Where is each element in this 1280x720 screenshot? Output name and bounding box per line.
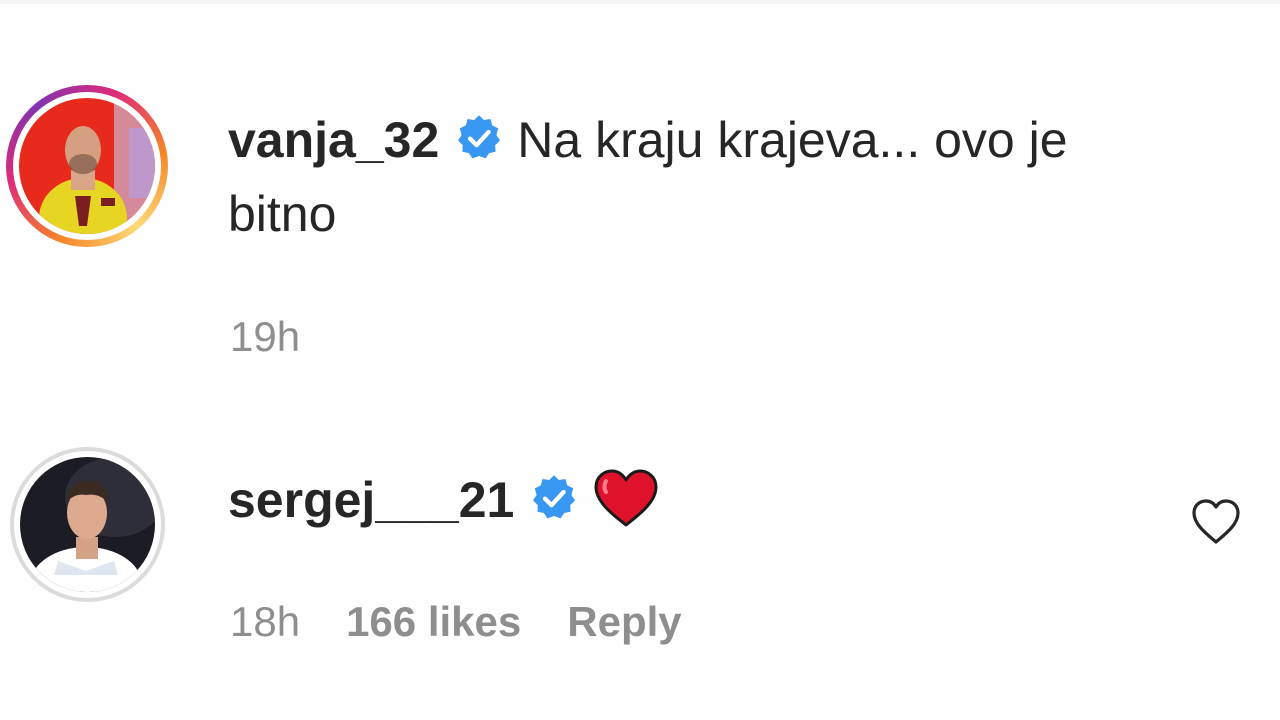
avatar[interactable] — [20, 457, 155, 592]
comment-text: Na kraju krajeva... ovo je — [517, 112, 1068, 168]
comment-likes-count[interactable]: 166 likes — [346, 598, 521, 645]
avatar[interactable] — [19, 98, 155, 234]
player-avatar-icon — [20, 457, 155, 592]
comment-time[interactable]: 18h — [230, 598, 300, 645]
avatar-story-ring[interactable] — [6, 85, 168, 247]
comment-text-line-1: sergej___21 — [228, 464, 660, 536]
reply-button[interactable]: Reply — [567, 598, 681, 645]
comments-panel: vanja_32 Na kraju krajeva... ovo je bitn… — [0, 0, 1280, 720]
comment-time[interactable]: 19h — [230, 313, 300, 360]
verified-badge-icon — [533, 474, 576, 519]
comment-text-line-2: bitno — [228, 186, 337, 242]
comment-meta: 19h — [230, 313, 346, 361]
goalkeeper-avatar-icon — [19, 98, 155, 234]
verified-badge-icon — [458, 114, 501, 159]
comment-text-line-1: vanja_32 Na kraju krajeva... ovo je — [228, 104, 1068, 176]
heart-outline-icon[interactable] — [1190, 498, 1242, 546]
red-heart-emoji-icon — [594, 469, 658, 527]
comment-username[interactable]: sergej___21 — [228, 472, 514, 528]
avatar-ring[interactable] — [10, 447, 165, 602]
comment-username[interactable]: vanja_32 — [228, 112, 439, 168]
top-divider — [0, 0, 1280, 4]
comment-meta: 18h 166 likes Reply — [230, 598, 728, 646]
